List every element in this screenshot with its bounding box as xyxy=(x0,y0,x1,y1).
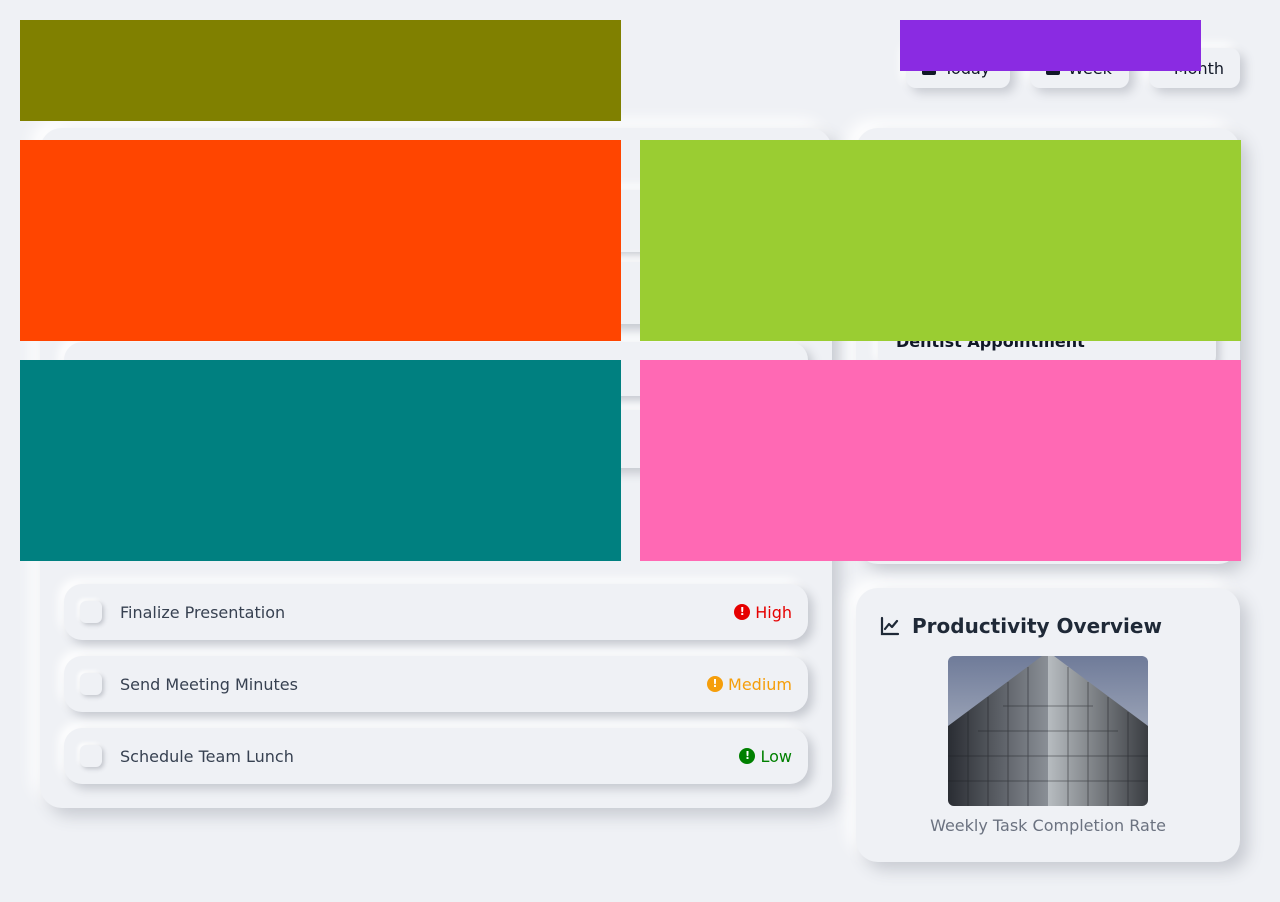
priority-badge: ! Medium xyxy=(707,675,792,694)
task-checkbox[interactable] xyxy=(80,673,102,695)
task-title: Finalize Presentation xyxy=(120,602,286,622)
placeholder-block-purple xyxy=(900,20,1201,71)
task-checkbox[interactable] xyxy=(80,745,102,767)
chart-line-icon xyxy=(880,616,900,636)
task-title: Schedule Team Lunch xyxy=(120,746,294,766)
placeholder-block-pink xyxy=(640,360,1241,561)
task-row[interactable]: Send Meeting Minutes ! Medium xyxy=(64,656,808,712)
productivity-chart-image xyxy=(948,656,1148,806)
placeholder-block-green xyxy=(640,140,1241,341)
placeholder-block-olive xyxy=(20,20,621,121)
priority-badge: ! High xyxy=(734,603,792,622)
task-checkbox[interactable] xyxy=(80,601,102,623)
priority-icon: ! xyxy=(734,604,751,620)
priority-label: Low xyxy=(760,746,792,766)
task-title: Send Meeting Minutes xyxy=(120,674,298,694)
priority-icon: ! xyxy=(739,748,756,764)
productivity-caption: Weekly Task Completion Rate xyxy=(930,816,1166,835)
task-row[interactable]: Schedule Team Lunch ! Low xyxy=(64,728,808,784)
productivity-title: Productivity Overview xyxy=(912,614,1162,638)
priority-label: Medium xyxy=(728,674,792,694)
priority-label: High xyxy=(755,602,792,622)
placeholder-block-teal xyxy=(20,360,621,561)
task-row[interactable]: Finalize Presentation ! High xyxy=(64,584,808,640)
priority-icon: ! xyxy=(707,676,724,692)
priority-badge: ! Low xyxy=(739,747,792,766)
placeholder-block-orange xyxy=(20,140,621,341)
